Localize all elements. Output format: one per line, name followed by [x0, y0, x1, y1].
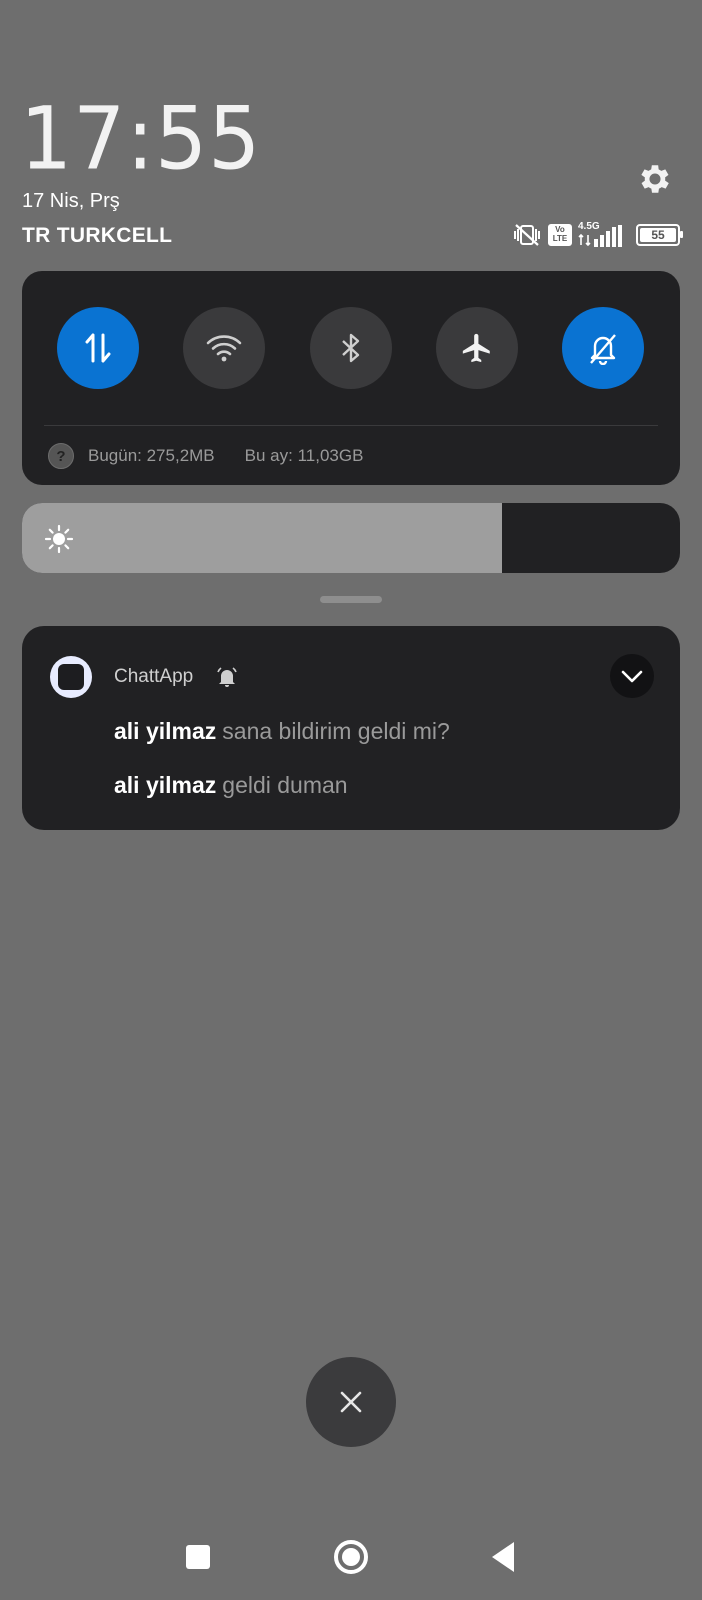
drag-handle[interactable] [320, 596, 382, 603]
recents-button[interactable] [186, 1545, 210, 1569]
home-button[interactable] [333, 1539, 369, 1575]
brightness-level-fill[interactable] [22, 503, 503, 573]
arrows-updown-icon [85, 333, 111, 363]
help-icon[interactable]: ? [48, 443, 74, 469]
data-usage-row[interactable]: ? Bugün: 275,2MB Bu ay: 11,03GB [48, 443, 363, 469]
message-sender: ali yilmaz [114, 772, 217, 798]
airplane-icon [462, 333, 490, 363]
chevron-down-icon [621, 670, 643, 683]
expand-button[interactable] [610, 654, 654, 698]
quick-settings-panel: ? Bugün: 275,2MB Bu ay: 11,03GB [22, 271, 680, 485]
battery-icon: 55 [636, 224, 683, 246]
message-text: geldi duman [222, 772, 348, 798]
alert-bell-icon [217, 667, 237, 687]
volte-icon: Vo LTE [548, 224, 572, 246]
app-icon [50, 656, 92, 698]
sun-icon [44, 524, 74, 554]
carrier-label: TR TURKCELL [22, 224, 173, 247]
tile-bluetooth[interactable] [310, 307, 392, 389]
date-label: 17 Nis, Prş [22, 190, 120, 212]
wifi-icon [206, 335, 242, 362]
signal-icon: 4.5G [578, 221, 624, 247]
bluetooth-icon [342, 333, 360, 363]
clock-time: 17:55 [20, 89, 262, 190]
close-icon [340, 1391, 362, 1413]
settings-gear-icon[interactable] [636, 160, 674, 198]
brightness-slider[interactable] [22, 503, 680, 573]
tile-airplane-mode[interactable] [436, 307, 518, 389]
notification-card[interactable]: ChattApp ali yilmaz sana bildirim geldi m… [22, 626, 680, 830]
notification-message: ali yilmaz geldi duman [114, 772, 348, 799]
tile-silent-mode[interactable] [562, 307, 644, 389]
qs-divider [44, 425, 658, 426]
status-bar-icons: Vo LTE 4.5G 55 [512, 221, 683, 248]
message-text: sana bildirim geldi mi? [222, 718, 450, 744]
battery-level: 55 [640, 228, 676, 242]
notification-message: ali yilmaz sana bildirim geldi mi? [114, 718, 450, 745]
notification-app-name: ChattApp [114, 666, 194, 687]
vibrate-off-icon [514, 224, 540, 246]
message-sender: ali yilmaz [114, 718, 217, 744]
tile-mobile-data[interactable] [57, 307, 139, 389]
back-button[interactable] [490, 1540, 516, 1574]
bell-off-icon [590, 334, 616, 365]
usage-month: Bu ay: 11,03GB [244, 446, 364, 465]
usage-today: Bugün: 275,2MB [88, 446, 215, 465]
tile-wifi[interactable] [183, 307, 265, 389]
clear-all-button[interactable] [306, 1357, 396, 1447]
